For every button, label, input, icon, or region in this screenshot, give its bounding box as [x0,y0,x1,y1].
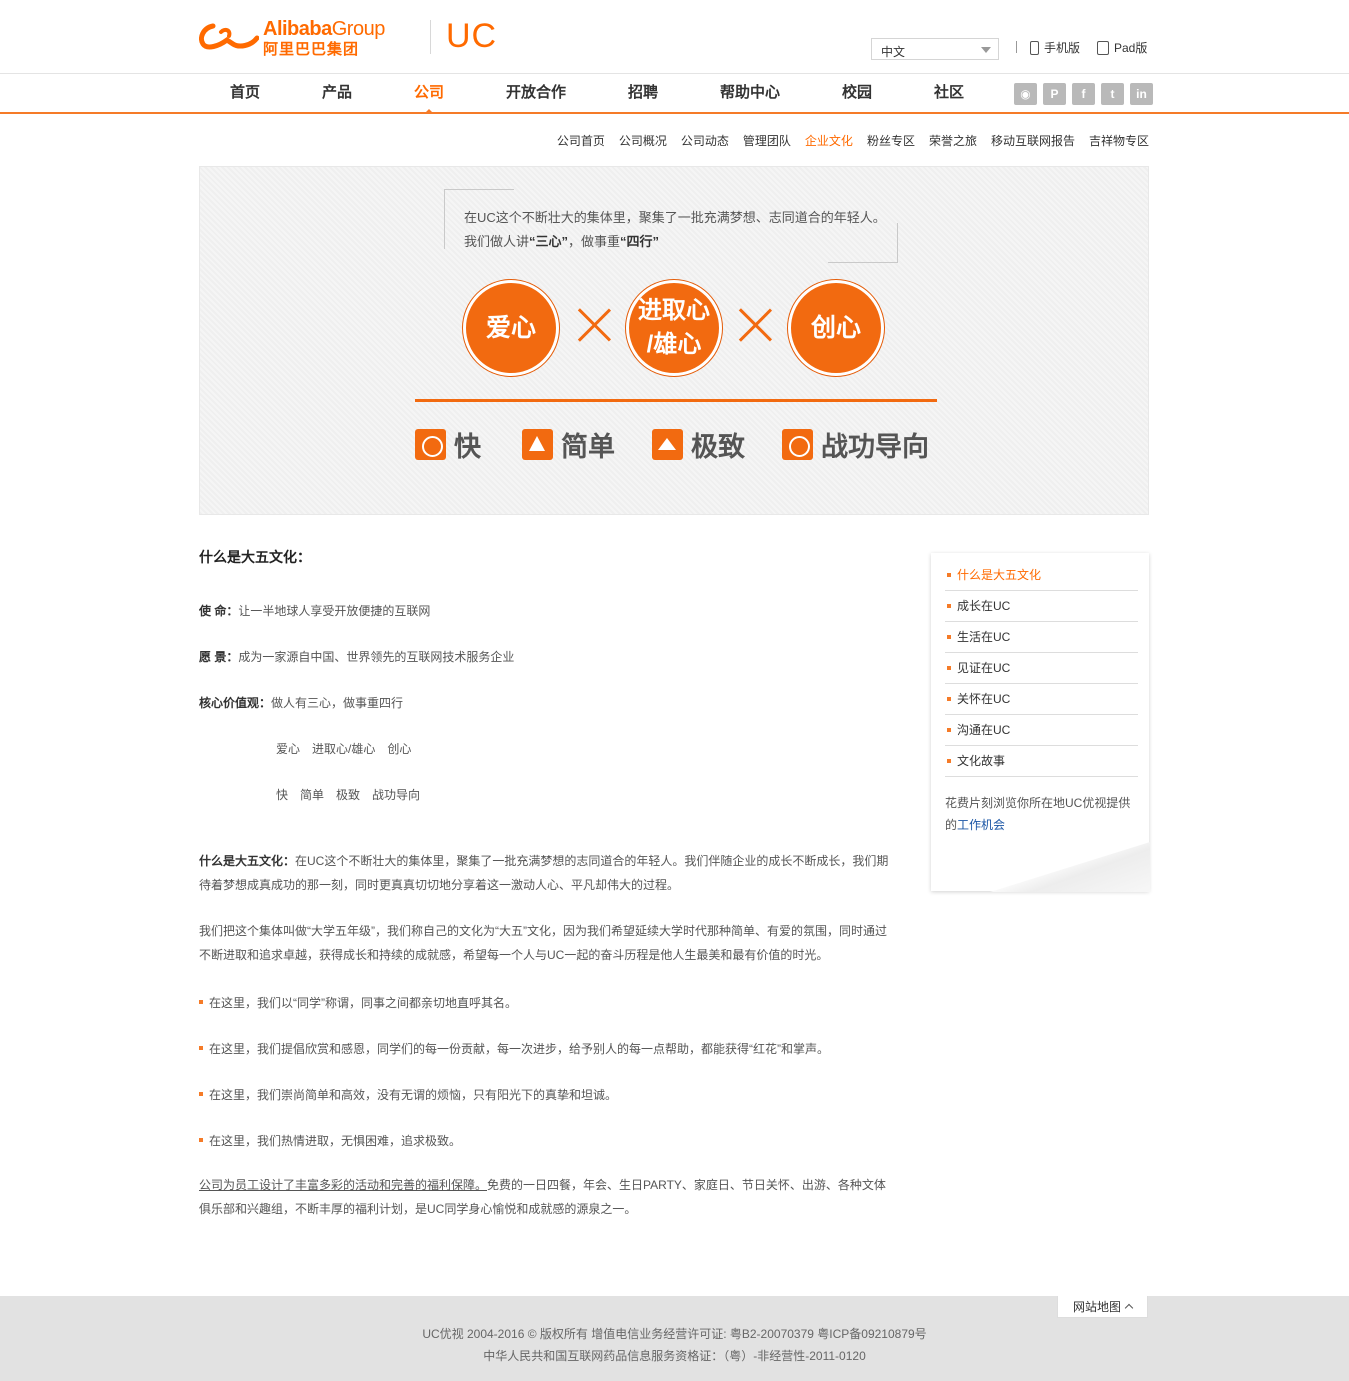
nav-item-products[interactable]: 产品 [291,74,383,112]
sidebar-item-life-at-uc[interactable]: 生活在UC [945,622,1138,653]
sidebar-item-care-at-uc[interactable]: 关怀在UC [945,684,1138,715]
list-item: 在这里，我们热情进取，无惧困难，追求极致。 [199,1132,461,1149]
list-item: 在这里，我们提倡欣赏和感恩，同学们的每一份贡献，每一次进步，给予别人的每一点帮助… [199,1040,829,1057]
linkedin-icon[interactable]: in [1130,83,1153,105]
action-fast-label: 快 [454,432,481,462]
paragraph-name: 我们把这个集体叫做“大学五年级”，我们称自己的文化为“大五”文化，因为我们希望延… [199,924,887,962]
action-excellence-label: 极致 [691,432,745,462]
sitemap-button[interactable]: 网站地图 [1057,1296,1148,1318]
banner-quote-line2: 我们做人讲“三心”，做事重“四行” [464,234,660,249]
quote-frame-corner [828,223,898,263]
medal-icon [782,429,813,460]
nav-item-campus[interactable]: 校园 [811,74,903,112]
speedometer-icon [415,429,446,460]
banner-quote: 在UC这个不断壮大的集体里，聚集了一批充满梦想、志同道合的年轻人。 我们做人讲“… [444,189,898,263]
banner-quote-line1: 在UC这个不断壮大的集体里，聚集了一批充满梦想、志同道合的年轻人。 [464,210,886,225]
list-item: 在这里，我们崇尚简单和高效，没有无谓的烦恼，只有阳光下的真挚和坦诚。 [199,1086,617,1103]
action-excellence: 极致 [652,425,745,464]
sidebar-item-witness-at-uc[interactable]: 见证在UC [945,653,1138,684]
vision-row: 愿 景：成为一家源自中国、世界领先的互联网技术服务企业 [199,650,515,664]
mission-row: 使 命：让一半地球人享受开放便捷的互联网 [199,604,431,618]
nav-item-home[interactable]: 首页 [199,74,291,112]
subnav-honors[interactable]: 荣誉之旅 [929,132,977,149]
subnav-company-overview[interactable]: 公司概况 [619,132,667,149]
article-title: 什么是大五文化： [199,549,311,565]
heart-circle-innovation: 创心 [788,280,884,376]
nav-item-open-cooperation[interactable]: 开放合作 [475,74,597,112]
uc-logo[interactable]: UC [446,17,497,56]
job-opportunities-link[interactable]: 工作机会 [957,818,1005,832]
sidebar-list: 什么是大五文化 成长在UC 生活在UC 见证在UC 关怀在UC 沟通在UC 文化… [945,560,1138,777]
social-links: ◉ P f t in [1014,83,1153,105]
chevron-down-icon [981,47,991,53]
subnav-corporate-culture[interactable]: 企业文化 [805,132,853,149]
sitemap-label: 网站地图 [1072,1300,1121,1314]
pinterest-icon[interactable]: P [1043,83,1066,105]
subnav-fans-zone[interactable]: 粉丝专区 [867,132,915,149]
top-header: AlibabaGroup 阿里巴巴集团 UC 中文 手机版 Pad版 [0,0,1349,74]
list-item: 在这里，我们以“同学”称谓，同事之间都亲切地直呼其名。 [199,994,517,1011]
weibo-icon[interactable]: ◉ [1014,83,1037,105]
main-nav-list: 首页 产品 公司 开放合作 招聘 帮助中心 校园 社区 [199,74,995,114]
sidebar-item-big-five-culture[interactable]: 什么是大五文化 [945,560,1138,591]
sidebar-item-communicate-at-uc[interactable]: 沟通在UC [945,715,1138,746]
tablet-icon [1097,40,1109,55]
action-result-oriented-label: 战功导向 [821,432,929,462]
mobile-version-label: 手机版 [1044,41,1081,55]
paragraph-benefits: 公司为员工设计了丰富多彩的活动和完善的福利保障。免费的一日四餐，年会、生日PAR… [199,1178,886,1216]
subnav-mobile-internet-report[interactable]: 移动互联网报告 [991,132,1075,149]
nav-item-company[interactable]: 公司 [383,74,475,114]
sub-nav: 公司首页 公司概况 公司动态 管理团队 企业文化 粉丝专区 荣誉之旅 移动互联网… [557,132,1149,149]
license-line: 中华人民共和国互联网药品信息服务资格证：（粤）-非经营性-2011-0120 [483,1349,866,1363]
sidebar-item-grow-at-uc[interactable]: 成长在UC [945,591,1138,622]
multiply-icon [576,307,612,343]
alibaba-group-logo[interactable]: AlibabaGroup 阿里巴巴集团 [199,18,419,58]
values-row: 核心价值观：做人有三心，做事重四行 [199,696,404,710]
subnav-mascot-zone[interactable]: 吉祥物专区 [1089,132,1149,149]
twitter-icon[interactable]: t [1101,83,1124,105]
heart-circle-ambition: 进取心 /雄心 [626,280,722,376]
hearts-line: 爱心 进取心/雄心 创心 [276,742,412,756]
language-select[interactable]: 中文 [871,38,999,60]
header-divider [1016,41,1017,53]
paragraph-intro: 什么是大五文化：在UC这个不断壮大的集体里，聚集了一批充满梦想的志同道合的年轻人… [199,854,889,892]
action-result-oriented: 战功导向 [782,425,929,464]
nav-item-community[interactable]: 社区 [903,74,995,112]
banner-divider [415,399,937,402]
benefits-link[interactable]: 公司为员工设计了丰富多彩的活动和完善的福利保障。 [199,1178,487,1192]
language-selected-value: 中文 [881,45,906,59]
action-fast: 快 [415,425,481,464]
job-opportunities-note: 花费片刻浏览你所在地UC优视提供的工作机会 [945,796,1131,832]
action-simple: 简单 [522,425,615,464]
pad-version-link[interactable]: Pad版 [1097,39,1147,56]
subnav-management-team[interactable]: 管理团队 [743,132,791,149]
copyright-line: UC优视 2004-2016 © 版权所有 增值电信业务经营许可证: 粤B2-2… [422,1327,927,1341]
culture-banner: 在UC这个不断壮大的集体里，聚集了一批充满梦想、志同道合的年轻人。 我们做人讲“… [199,166,1149,515]
phone-icon [1030,40,1039,55]
subnav-company-home[interactable]: 公司首页 [557,132,605,149]
nav-item-recruitment[interactable]: 招聘 [597,74,689,112]
logo-divider [430,20,431,54]
pad-version-label: Pad版 [1114,41,1148,55]
mobile-version-link[interactable]: 手机版 [1030,39,1080,56]
facebook-icon[interactable]: f [1072,83,1095,105]
network-icon [522,429,553,460]
subnav-company-news[interactable]: 公司动态 [681,132,729,149]
mountain-icon [652,429,683,460]
main-nav: 首页 产品 公司 开放合作 招聘 帮助中心 校园 社区 ◉ P f t in [0,74,1349,114]
chevron-up-icon [1124,1303,1134,1313]
nav-item-help-center[interactable]: 帮助中心 [689,74,811,112]
sidebar-item-culture-stories[interactable]: 文化故事 [945,746,1138,777]
alibaba-cn-wordmark: 阿里巴巴集团 [263,41,360,58]
actions-line: 快 简单 极致 战功导向 [276,788,421,802]
footer: 网站地图 UC优视 2004-2016 © 版权所有 增值电信业务经营许可证: … [0,1296,1349,1381]
heart-circle-love: 爱心 [463,280,559,376]
culture-sidebar: 什么是大五文化 成长在UC 生活在UC 见证在UC 关怀在UC 沟通在UC 文化… [931,553,1150,892]
alibaba-mark-icon [199,23,259,50]
action-simple-label: 简单 [561,432,615,462]
multiply-icon [737,307,773,343]
page-curl-decoration [990,842,1150,892]
